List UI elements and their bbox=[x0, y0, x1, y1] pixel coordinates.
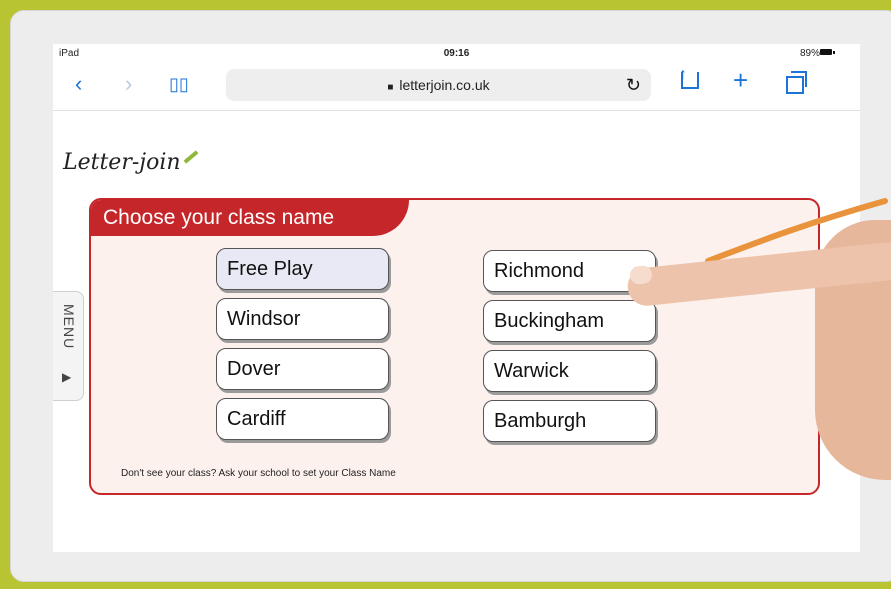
class-button-windsor[interactable]: Windsor bbox=[216, 298, 389, 340]
address-bar[interactable]: ■ letterjoin.co.uk ↻ bbox=[226, 69, 651, 101]
class-button-dover[interactable]: Dover bbox=[216, 348, 389, 390]
battery-percent: 89% bbox=[799, 48, 820, 59]
status-bar: iPad 09:16 89% bbox=[53, 44, 860, 62]
share-icon-box bbox=[681, 72, 699, 89]
letterjoin-logo: Letter-join bbox=[63, 150, 199, 175]
panel-title: Choose your class name bbox=[91, 200, 409, 236]
reload-icon[interactable]: ↻ bbox=[626, 69, 641, 101]
logo-text: Letter-join bbox=[63, 150, 181, 175]
lock-icon: ■ bbox=[387, 82, 394, 93]
class-button-warwick[interactable]: Warwick bbox=[483, 350, 656, 392]
class-button-buckingham[interactable]: Buckingham bbox=[483, 300, 656, 342]
help-text: Don't see your class? Ask your school to… bbox=[121, 468, 396, 479]
class-button-cardiff[interactable]: Cardiff bbox=[216, 398, 389, 440]
bookmarks-icon[interactable]: ▯▯ bbox=[169, 72, 189, 96]
browser-toolbar: ‹ › ▯▯ ■ letterjoin.co.uk ↻ ↑ + bbox=[53, 62, 860, 111]
tabs-icon[interactable] bbox=[786, 71, 807, 94]
class-button-bamburgh[interactable]: Bamburgh bbox=[483, 400, 656, 442]
address-url: letterjoin.co.uk bbox=[399, 77, 490, 93]
battery-icon bbox=[820, 49, 835, 55]
forward-icon[interactable]: › bbox=[125, 72, 132, 96]
menu-tab[interactable]: MENU ▶ bbox=[53, 291, 84, 401]
menu-label: MENU bbox=[61, 304, 77, 350]
class-button-free-play[interactable]: Free Play bbox=[216, 248, 389, 290]
new-tab-icon[interactable]: + bbox=[733, 67, 748, 93]
pen-icon bbox=[183, 150, 198, 164]
ipad-screen: iPad 09:16 89% ‹ › ▯▯ ■ letterjoin.co.uk … bbox=[53, 44, 860, 552]
back-icon[interactable]: ‹ bbox=[75, 72, 82, 96]
menu-arrow-icon: ▶ bbox=[62, 370, 72, 384]
status-time: 09:16 bbox=[443, 48, 470, 59]
